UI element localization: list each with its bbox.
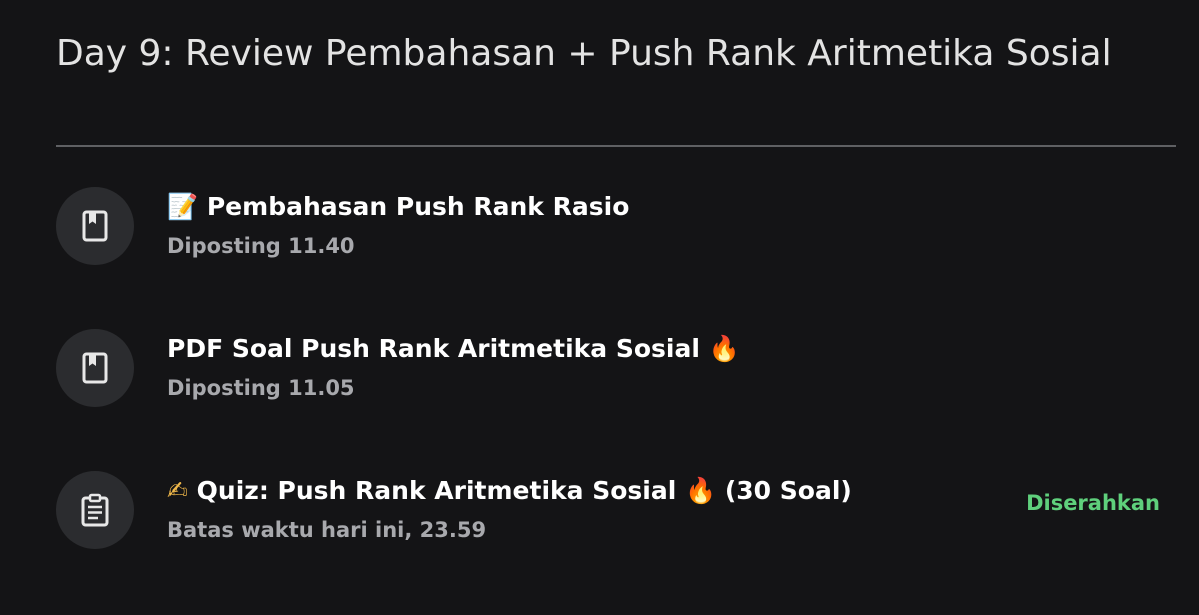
fire-emoji: 🔥 (708, 334, 740, 363)
topic-title: Day 9: Review Pembahasan + Push Rank Ari… (56, 33, 1112, 74)
item-title: PDF Soal Push Rank Aritmetika Sosial 🔥 (167, 331, 740, 367)
material-icon (56, 329, 134, 407)
classwork-topic: Day 9: Review Pembahasan + Push Rank Ari… (0, 0, 1199, 615)
writing-hand-emoji: ✍ (167, 476, 188, 505)
item-title: ✍ Quiz: Push Rank Aritmetika Sosial 🔥 (3… (167, 473, 852, 509)
topic-divider (56, 145, 1176, 147)
classwork-item-quiz[interactable]: ✍ Quiz: Push Rank Aritmetika Sosial 🔥 (3… (56, 471, 1176, 551)
due-date: Batas waktu hari ini, 23.59 (167, 518, 487, 542)
posted-time: Diposting 11.05 (167, 376, 355, 400)
classwork-item-material-2[interactable]: PDF Soal Push Rank Aritmetika Sosial 🔥 D… (56, 329, 1176, 409)
classwork-item-material-1[interactable]: 📝 Pembahasan Push Rank Rasio Diposting 1… (56, 187, 1176, 267)
submission-status: Diserahkan (1026, 491, 1160, 515)
posted-time: Diposting 11.40 (167, 234, 355, 258)
question-count: (30 Soal) (716, 476, 852, 505)
memo-emoji: 📝 (167, 192, 199, 221)
item-title: 📝 Pembahasan Push Rank Rasio (167, 189, 629, 225)
fire-emoji: 🔥 (685, 476, 717, 505)
item-title-text: PDF Soal Push Rank Aritmetika Sosial (167, 334, 700, 363)
material-icon (56, 187, 134, 265)
assignment-icon (56, 471, 134, 549)
item-title-text: Pembahasan Push Rank Rasio (206, 192, 630, 221)
item-title-text: Quiz: Push Rank Aritmetika Sosial (196, 476, 677, 505)
